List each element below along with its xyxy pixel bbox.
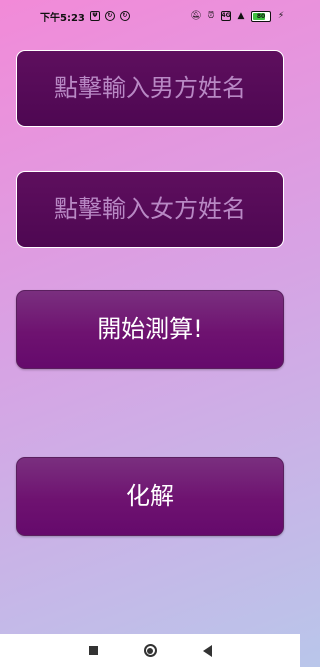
female-name-placeholder: 點擊輸入女方姓名	[54, 195, 246, 223]
status-time: 下午5:23	[40, 12, 85, 24]
start-calculation-button[interactable]: 開始測算!	[16, 290, 284, 369]
status-left: 下午5:23 Ψ ↻ ↻	[40, 9, 130, 24]
status-right: 🔕︎ ⏰︎ 4G ▲ 80 ⚡︎	[190, 10, 286, 22]
home-icon-dot	[147, 647, 153, 654]
navigation-bar	[0, 634, 300, 667]
status-bar: 下午5:23 Ψ ↻ ↻ 🔕︎ ⏰︎ 4G ▲ 80 ⚡︎	[0, 0, 300, 32]
start-calculation-label: 開始測算!	[97, 315, 203, 343]
alarm-icon: ⏰︎	[207, 11, 215, 21]
resolve-label: 化解	[126, 482, 174, 510]
sync-icon-2: ↻	[119, 11, 130, 21]
female-name-input[interactable]: 點擊輸入女方姓名	[16, 171, 284, 248]
sync-icon-1: ↻	[104, 11, 115, 21]
male-name-input[interactable]: 點擊輸入男方姓名	[16, 50, 284, 127]
mute-icon: 🔕︎	[190, 11, 202, 21]
back-icon[interactable]	[202, 644, 212, 657]
usb-icon: Ψ	[89, 11, 100, 21]
wifi-icon: ▲	[237, 11, 245, 21]
charging-icon: ⚡︎	[277, 11, 285, 21]
signal-icon: 4G	[221, 11, 231, 21]
resolve-button[interactable]: 化解	[16, 457, 284, 536]
battery-icon: 80	[251, 10, 271, 22]
recent-apps-icon[interactable]	[88, 646, 98, 655]
home-icon[interactable]	[143, 644, 157, 657]
male-name-placeholder: 點擊輸入男方姓名	[54, 74, 246, 102]
battery-percent: 80	[256, 12, 266, 20]
